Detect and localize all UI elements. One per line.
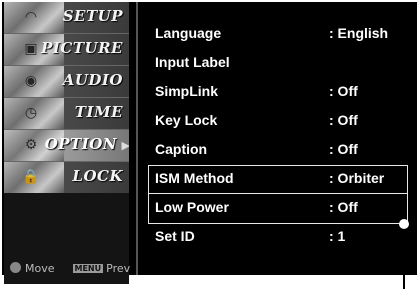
speaker-icon: ◉ xyxy=(4,66,64,97)
menu-key-icon: MENU xyxy=(72,264,104,273)
menu-item-lock[interactable]: 🔒 LOCK xyxy=(4,162,129,193)
setting-name: SimpLink xyxy=(155,83,219,99)
setting-value: : Off xyxy=(329,112,358,128)
prev-label: Prev xyxy=(106,262,131,275)
highlight-box xyxy=(148,165,408,224)
setting-row-key-lock[interactable]: Key Lock : Off xyxy=(155,110,411,132)
navigation-help: Move MENU Prev xyxy=(10,262,130,275)
setting-row-set-id[interactable]: Set ID : 1 xyxy=(155,226,411,248)
main-menu-sidebar: ◠ SETUP ▣ PICTURE ◉ AUDIO ◷ TIME ⚙ OPTIO… xyxy=(4,2,129,284)
menu-item-time[interactable]: ◷ TIME xyxy=(4,98,129,129)
dish-icon: ◠ xyxy=(4,2,64,33)
move-icon xyxy=(10,262,21,273)
menu-item-label: AUDIO xyxy=(62,71,123,89)
setting-row-simplink[interactable]: SimpLink : Off xyxy=(155,81,411,103)
move-label: Move xyxy=(25,262,55,275)
callout-dot xyxy=(399,219,409,229)
setting-name: Set ID xyxy=(155,228,195,244)
menu-item-label: OPTION xyxy=(44,135,117,153)
clock-icon: ◷ xyxy=(4,98,64,129)
setting-name: Language xyxy=(155,25,222,41)
setting-value: : English xyxy=(329,25,389,41)
menu-item-label: LOCK xyxy=(72,167,123,185)
setting-value: : Off xyxy=(329,83,358,99)
menu-item-setup[interactable]: ◠ SETUP xyxy=(4,2,129,33)
setting-name: Key Lock xyxy=(155,112,218,128)
setting-value: : Off xyxy=(329,141,358,157)
menu-item-option[interactable]: ⚙ OPTION ▶ xyxy=(4,130,129,161)
menu-item-label: TIME xyxy=(74,103,123,121)
setting-row-language[interactable]: Language : English xyxy=(155,23,411,45)
menu-item-label: SETUP xyxy=(62,7,123,25)
callout-line xyxy=(403,229,405,289)
setting-row-input-label[interactable]: Input Label xyxy=(155,52,411,74)
setting-name: Caption xyxy=(155,141,208,157)
menu-item-audio[interactable]: ◉ AUDIO xyxy=(4,66,129,97)
lock-icon: 🔒 xyxy=(4,162,64,193)
menu-item-picture[interactable]: ▣ PICTURE xyxy=(4,34,129,65)
setting-name: Input Label xyxy=(155,54,230,70)
highlight-divider xyxy=(149,193,407,194)
chevron-right-icon: ▶ xyxy=(121,139,129,152)
setting-value: : 1 xyxy=(329,228,346,244)
setting-row-caption[interactable]: Caption : Off xyxy=(155,139,411,161)
menu-item-label: PICTURE xyxy=(41,39,123,57)
